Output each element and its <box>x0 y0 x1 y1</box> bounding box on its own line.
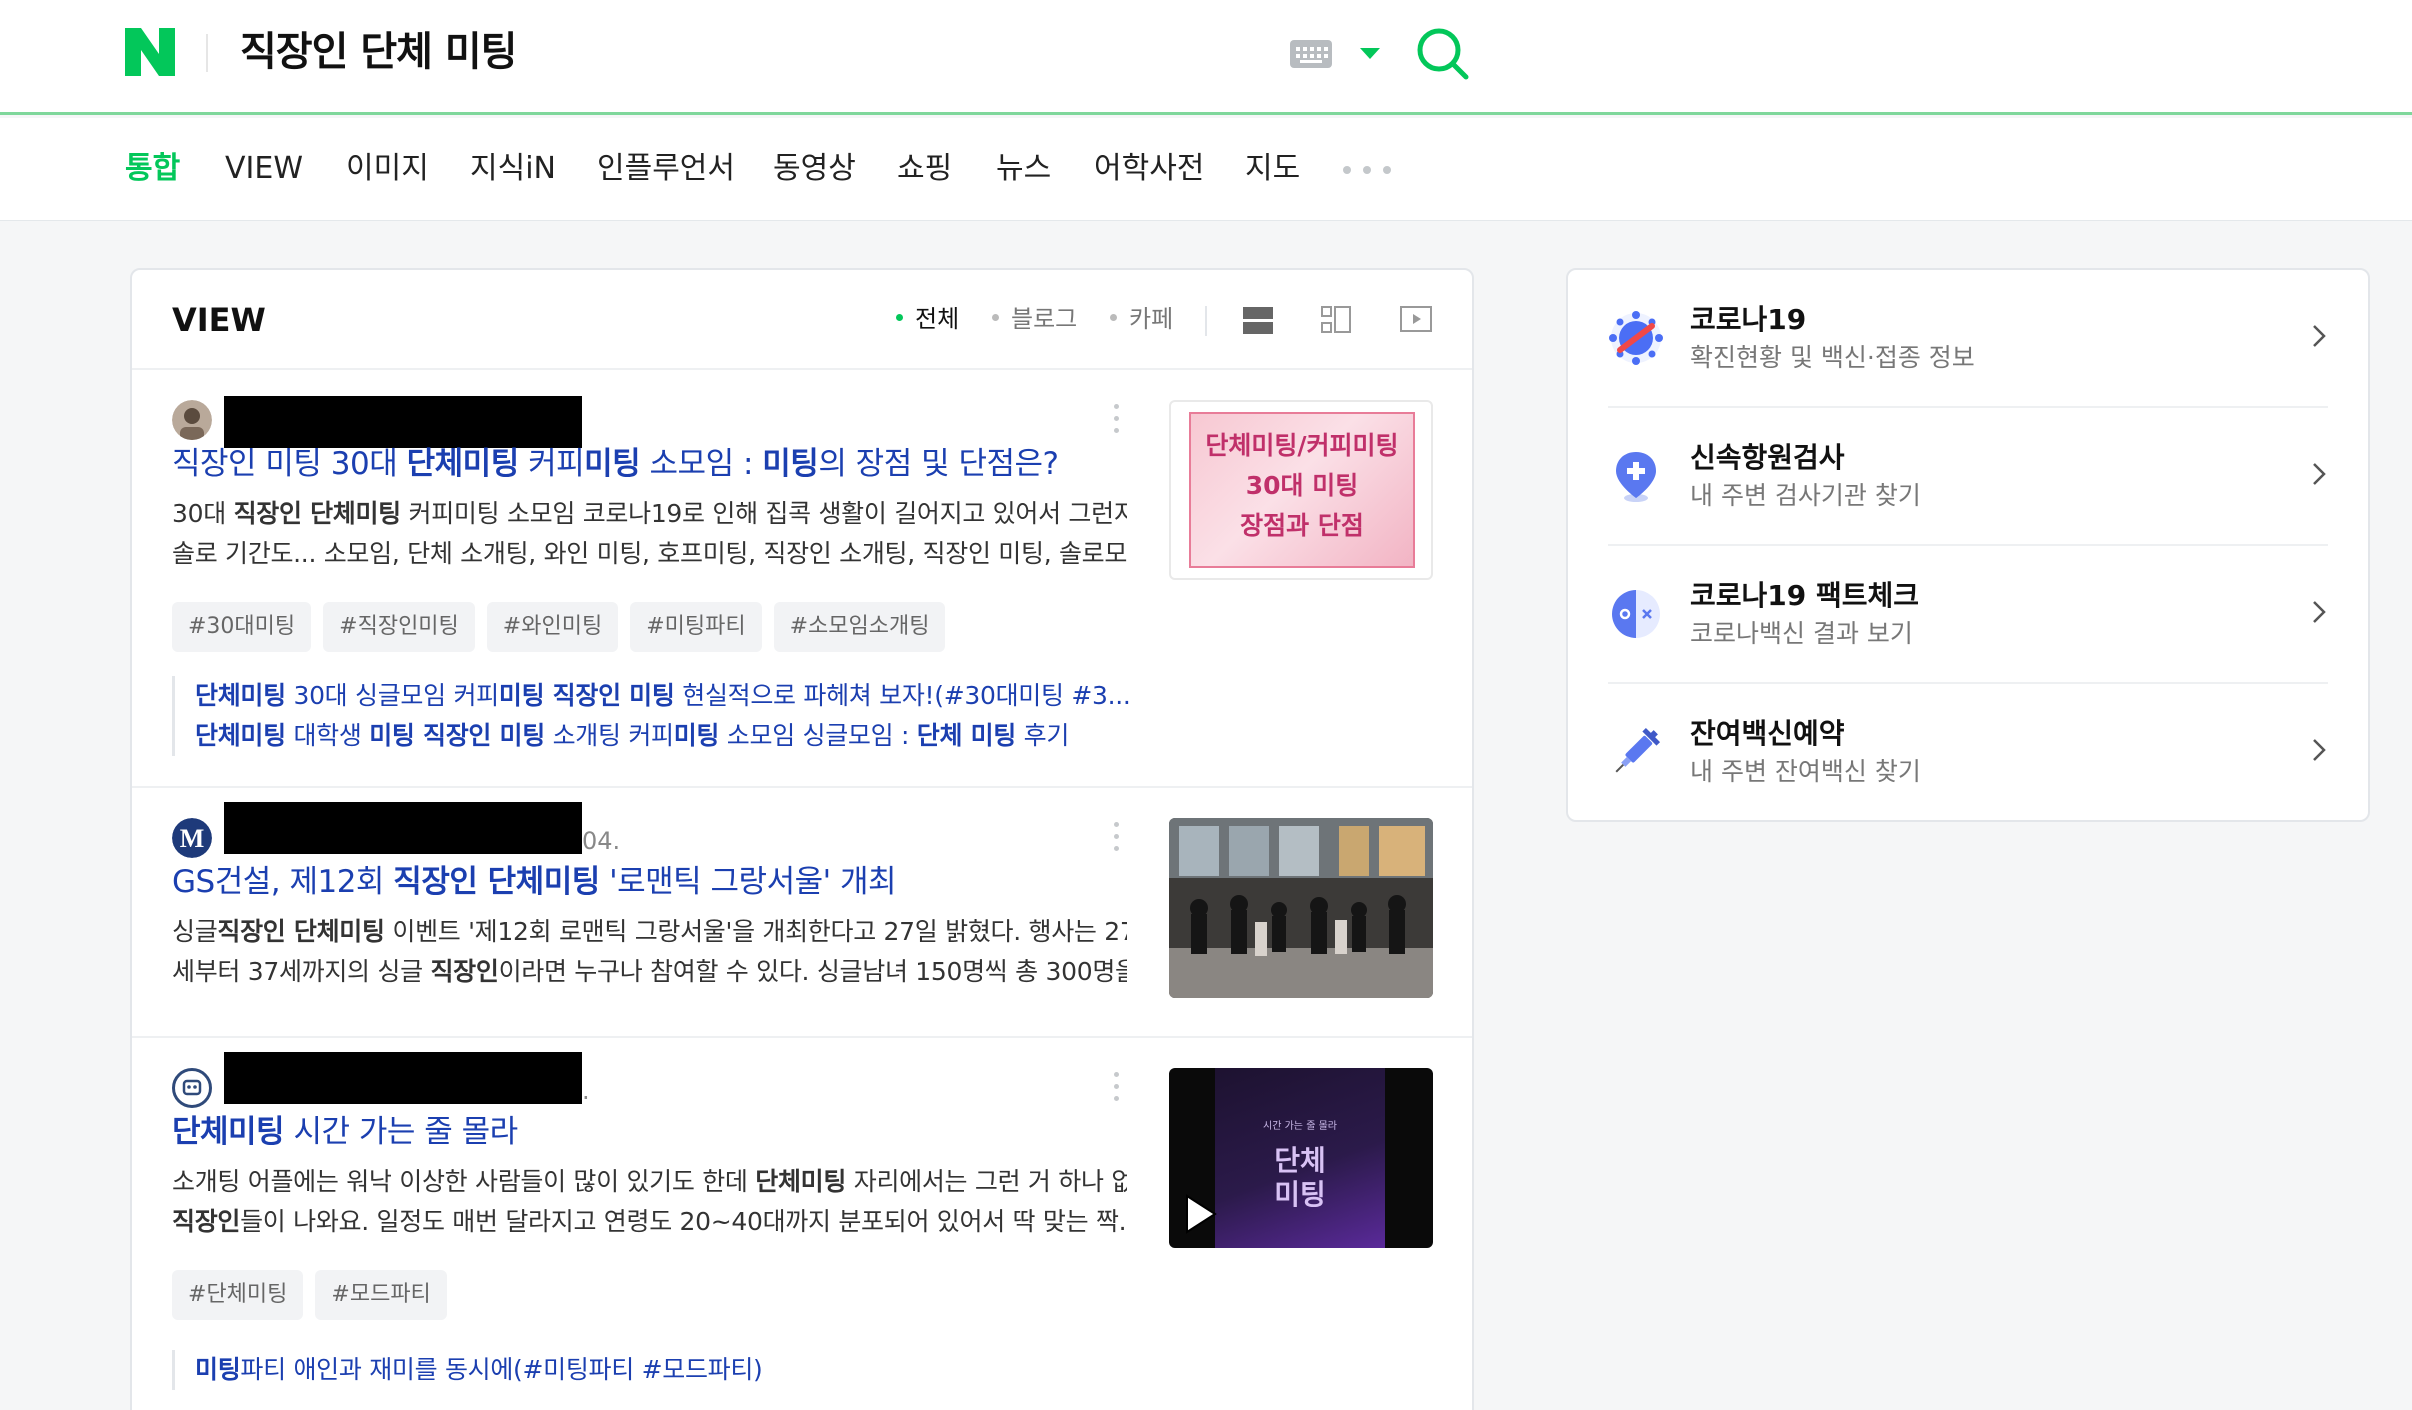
virus-icon <box>1609 311 1663 365</box>
search-query-input[interactable]: 직장인 단체 미팅 <box>240 22 517 82</box>
chevron-right-icon <box>2313 739 2326 761</box>
tab-knowledge-in[interactable]: 지식iN <box>470 148 556 190</box>
svg-text:M: M <box>180 824 205 853</box>
tag-chip[interactable]: #단체미팅 <box>172 1270 304 1320</box>
post-thumbnail[interactable]: 단체미팅/커피미팅 30대 미팅 장점과 단점 <box>1169 400 1433 580</box>
play-icon[interactable] <box>1179 1192 1219 1236</box>
post-title-link[interactable]: 단체미팅 시간 가는 줄 몰라 <box>172 1112 1132 1152</box>
search-icon[interactable] <box>1415 26 1471 82</box>
side-item-covid-fact-check[interactable]: 코로나19 팩트체크 코로나백신 결과 보기 <box>1608 546 2328 684</box>
location-pin-icon <box>1616 452 1656 502</box>
more-options-icon[interactable] <box>1112 822 1120 854</box>
side-item-title: 코로나19 <box>1690 303 1807 336</box>
post-description: 30대 직장인 단체미팅 커피미팅 소모임 코로나19로 인해 집콕 생활이 길… <box>172 499 1127 568</box>
more-options-icon[interactable] <box>1112 1072 1120 1104</box>
thumbnail-caption: 시간 가는 줄 몰라 단체 미팅 <box>1263 1121 1337 1211</box>
tag-chip[interactable]: #소모임소개팅 <box>773 602 946 652</box>
filter-divider <box>1205 306 1207 336</box>
view-section-title: VIEW <box>172 301 266 339</box>
more-options-icon[interactable] <box>1112 404 1120 436</box>
chevron-right-icon <box>2313 601 2326 623</box>
fact-check-icon <box>1612 590 1660 638</box>
view-post: M 04. GS건설, 제12회 직장인 단체미팅 '로맨틱 그랑서울' 개최 … <box>132 788 1472 1038</box>
tag-chip[interactable]: #와인미팅 <box>486 602 619 652</box>
chevron-right-icon <box>2313 325 2326 347</box>
side-item-subtitle: 내 주변 검사기관 찾기 <box>1690 481 1921 510</box>
tab-integrated[interactable]: 통합 <box>125 148 180 190</box>
covid-info-panel: 코로나19 확진현황 및 백신·접종 정보 신속항원검사 내 주변 검사기관 찾… <box>1566 268 2370 822</box>
tag-chip[interactable]: #미팅파티 <box>630 602 762 652</box>
side-item-subtitle: 확진현황 및 백신·접종 정보 <box>1690 343 1975 372</box>
side-item-covid19[interactable]: 코로나19 확진현황 및 백신·접종 정보 <box>1608 270 2328 408</box>
redacted-author <box>224 396 582 448</box>
filter-all[interactable]: 전체 <box>896 302 959 336</box>
side-item-subtitle: 코로나백신 결과 보기 <box>1690 619 1913 648</box>
avatar[interactable]: M <box>172 818 212 858</box>
post-title-link[interactable]: 직장인 미팅 30대 단체미팅 커피미팅 소모임 : 미팅의 장점 및 단점은? <box>172 444 1132 484</box>
syringe-icon <box>1615 727 1661 773</box>
tab-dictionary[interactable]: 어학사전 <box>1094 148 1204 190</box>
related-post-link[interactable]: 단체미팅 대학생 미팅 직장인 미팅 소개팅 커피미팅 소모임 싱글모임 : 단… <box>195 716 1132 756</box>
tag-chip[interactable]: #30대미팅 <box>172 602 312 652</box>
tag-chip[interactable]: #직장인미팅 <box>323 602 475 652</box>
filter-blog[interactable]: 블로그 <box>992 302 1077 336</box>
side-item-leftover-vaccine[interactable]: 잔여백신예약 내 주변 잔여백신 찾기 <box>1608 684 2328 822</box>
tab-news[interactable]: 뉴스 <box>996 148 1051 190</box>
side-item-title: 잔여백신예약 <box>1690 717 1845 750</box>
search-tab-bar: 통합 VIEW 이미지 지식iN 인플루언서 동영상 쇼핑 뉴스 어학사전 지도 <box>0 118 2412 221</box>
tab-video[interactable]: 동영상 <box>773 148 856 190</box>
tab-view[interactable]: VIEW <box>225 148 303 190</box>
chevron-right-icon <box>2313 463 2326 485</box>
redacted-author <box>224 802 582 854</box>
side-item-title: 코로나19 팩트체크 <box>1690 579 1920 612</box>
related-post-link[interactable]: 미팅파티 애인과 재미를 동시에(#미팅파티 #모드파티) <box>195 1350 1132 1390</box>
view-section: VIEW 전체 블로그 카페 직장인 미팅 30대 단체미팅 커피미팅 소모임 … <box>130 268 1474 1410</box>
view-mode-video-icon[interactable] <box>1398 302 1434 338</box>
related-posts: 단체미팅 30대 싱글모임 커피미팅 직장인 미팅 현실적으로 파헤쳐 보자!(… <box>172 676 1132 756</box>
caret-down-icon[interactable] <box>1360 48 1380 59</box>
naver-logo[interactable] <box>125 28 175 76</box>
side-item-title: 신속항원검사 <box>1690 441 1845 474</box>
redacted-author <box>224 1052 582 1104</box>
post-thumbnail[interactable]: 시간 가는 줄 몰라 단체 미팅 <box>1169 1068 1433 1248</box>
tab-influencer[interactable]: 인플루언서 <box>597 148 735 190</box>
side-item-subtitle: 내 주변 잔여백신 찾기 <box>1690 757 1921 786</box>
tab-image[interactable]: 이미지 <box>346 148 429 190</box>
post-title-link[interactable]: GS건설, 제12회 직장인 단체미팅 '로맨틱 그랑서울' 개최 <box>172 862 1132 902</box>
post-description: 싱글직장인 단체미팅 이벤트 '제12회 로맨틱 그랑서울'을 개최한다고 27… <box>172 917 1127 986</box>
search-header: 직장인 단체 미팅 <box>0 0 2412 115</box>
view-mode-card-icon[interactable] <box>1240 302 1276 338</box>
related-posts: 미팅파티 애인과 재미를 동시에(#미팅파티 #모드파티) <box>172 1350 1132 1390</box>
view-mode-list-icon[interactable] <box>1318 302 1354 338</box>
tag-chip[interactable]: #모드파티 <box>315 1270 447 1320</box>
post-date: . <box>582 1077 590 1105</box>
thumbnail-caption: 단체미팅/커피미팅 30대 미팅 장점과 단점 <box>1205 431 1399 540</box>
logo-divider <box>206 34 208 72</box>
post-tags: #단체미팅 #모드파티 <box>172 1270 459 1320</box>
post-description: 소개팅 어플에는 워낙 이상한 사람들이 많이 있기도 한데 단체미팅 자리에서… <box>172 1167 1127 1236</box>
avatar[interactable] <box>172 400 212 440</box>
tab-map[interactable]: 지도 <box>1245 148 1300 190</box>
post-thumbnail[interactable] <box>1169 818 1433 998</box>
side-item-rapid-antigen-test[interactable]: 신속항원검사 내 주변 검사기관 찾기 <box>1608 408 2328 546</box>
view-section-header: VIEW 전체 블로그 카페 <box>132 270 1472 370</box>
more-tabs-icon[interactable] <box>1343 164 1393 176</box>
view-post: . 단체미팅 시간 가는 줄 몰라 소개팅 어플에는 워낙 이상한 사람들이 많… <box>132 1038 1472 1410</box>
related-post-link[interactable]: 단체미팅 30대 싱글모임 커피미팅 직장인 미팅 현실적으로 파헤쳐 보자!(… <box>195 676 1132 716</box>
view-post: 직장인 미팅 30대 단체미팅 커피미팅 소모임 : 미팅의 장점 및 단점은?… <box>132 370 1472 788</box>
filter-cafe[interactable]: 카페 <box>1110 302 1173 336</box>
avatar[interactable] <box>172 1068 212 1108</box>
tab-shopping[interactable]: 쇼핑 <box>897 148 952 190</box>
keyboard-icon[interactable] <box>1290 40 1332 68</box>
post-tags: #30대미팅 #직장인미팅 #와인미팅 #미팅파티 #소모임소개팅 <box>172 602 957 652</box>
post-date: 04. <box>582 827 621 855</box>
